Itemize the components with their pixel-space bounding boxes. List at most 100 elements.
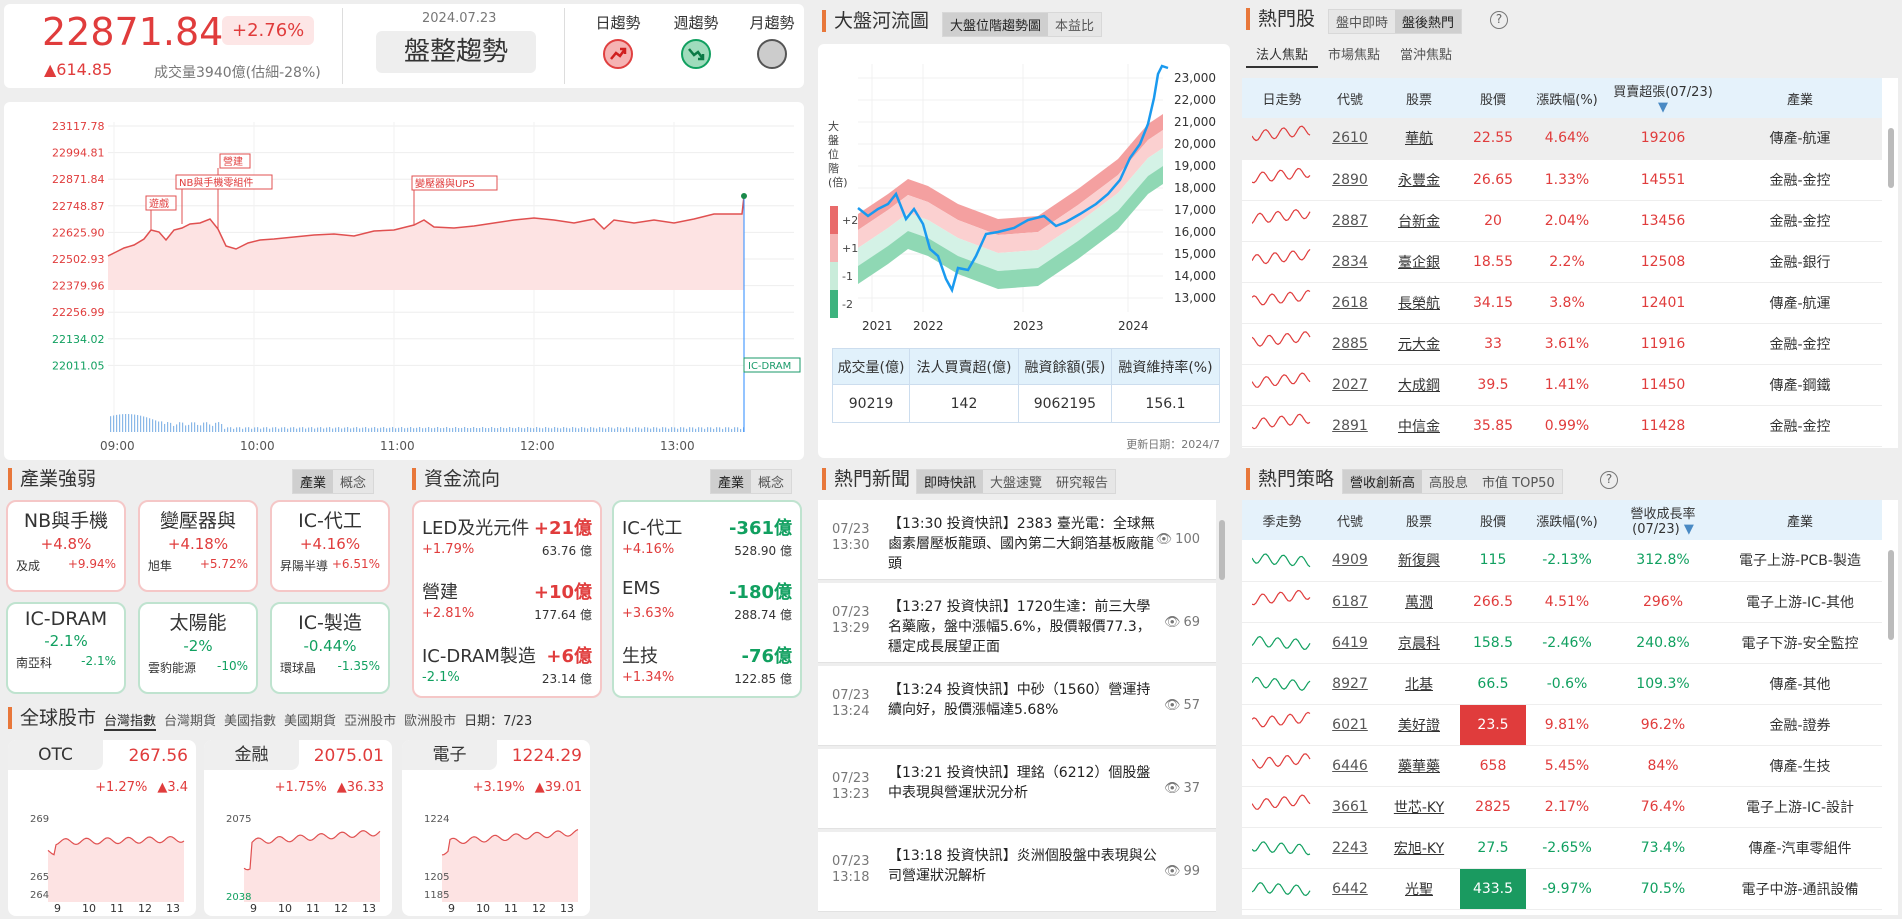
help-icon[interactable]: ?	[1600, 471, 1618, 489]
table-row[interactable]: 6442 光聖 433.5 -9.97% 70.5% 電子中游-通訊設備	[1242, 868, 1882, 910]
name-cell[interactable]: 中信金	[1378, 405, 1460, 447]
code-cell[interactable]: 2890	[1322, 159, 1378, 201]
code-cell[interactable]: 3661	[1322, 786, 1378, 828]
name-cell[interactable]: 美好證	[1378, 704, 1460, 746]
tab-news-market[interactable]: 大盤速覽	[983, 470, 1049, 493]
table-row[interactable]: 2618 長榮航 34.15 3.8% 12401 傳產-航運	[1242, 282, 1882, 324]
tab-concept[interactable]: 概念	[333, 470, 373, 493]
industry-card[interactable]: IC-DRAM -2.1% 南亞科 -2.1%	[6, 602, 126, 694]
table-row[interactable]: 2887 台新金 20 2.04% 13456 金融-金控	[1242, 200, 1882, 242]
industry-card[interactable]: IC-代工 +4.16% 昇陽半導 +6.51%	[270, 500, 390, 592]
table-row[interactable]: 2885 元大金 33 3.61% 11916 金融-金控	[1242, 323, 1882, 365]
code-cell[interactable]: 2885	[1322, 323, 1378, 365]
table-row[interactable]: 2834 臺企銀 18.55 2.2% 12508 金融-銀行	[1242, 241, 1882, 283]
code-cell[interactable]: 6419	[1322, 622, 1378, 664]
tab-river-position[interactable]: 大盤位階趨勢圖	[943, 13, 1049, 36]
news-item[interactable]: 07/23 13:23 【13:21 投資快訊】理銘（6212）個股盤中表現與營運狀…	[818, 749, 1216, 829]
news-headline[interactable]: 【13:27 投資快訊】1720生達：前三大學名藥廠，盤中漲幅5.6%，股價報價…	[888, 597, 1163, 657]
name-cell[interactable]: 長榮航	[1378, 282, 1460, 324]
news-item[interactable]: 07/23 13:30 【13:30 投資快訊】2383 臺光電：全球無鹵素層壓板龍…	[818, 500, 1216, 580]
table-row[interactable]: 8927 北基 66.5 -0.6% 109.3% 傳產-其他	[1242, 663, 1882, 705]
global-index-card[interactable]: 電子 1224.29 +3.19% ▲39.01 1224 1205 1185 9 10 11 12…	[402, 740, 590, 916]
code-cell[interactable]: 6187	[1322, 581, 1378, 623]
tab-news-realtime[interactable]: 即時快訊	[917, 470, 984, 493]
table-row[interactable]: 2243 宏旭-KY 27.5 -2.65% 73.4% 傳產-汽車零組件	[1242, 827, 1882, 869]
name-cell[interactable]: 臺企銀	[1378, 241, 1460, 283]
table-row[interactable]: 4909 新復興 115 -2.13% 312.8% 電子上游-PCB-製造	[1242, 540, 1882, 582]
code-cell[interactable]: 2610	[1322, 118, 1378, 160]
news-headline[interactable]: 【13:21 投資快訊】理銘（6212）個股盤中表現與營運狀況分析	[888, 763, 1163, 803]
table-row[interactable]: 2891 中信金 35.85 0.99% 11428 金融-金控	[1242, 405, 1882, 447]
table-row[interactable]: 6021 美好證 23.5 9.81% 96.2% 金融-證券	[1242, 704, 1882, 746]
table-row[interactable]: 3661 世芯-KY 2825 2.17% 76.4% 電子上游-IC-設計	[1242, 786, 1882, 828]
flow-row[interactable]: EMS -180億 +3.63% 288.74 億	[622, 578, 792, 638]
code-cell[interactable]: 2887	[1322, 200, 1378, 242]
scrollbar[interactable]	[1888, 128, 1894, 188]
news-headline[interactable]: 【13:18 投資快訊】炎洲個股盤中表現與公司營運狀況解析	[888, 846, 1163, 886]
news-scrollbar[interactable]	[1219, 520, 1225, 580]
code-cell[interactable]: 2834	[1322, 241, 1378, 283]
news-item[interactable]: 07/23 13:24 【13:24 投資快訊】中砂（1560）營運持續向好，股價漲…	[818, 666, 1216, 746]
flow-row[interactable]: IC-代工 -361億 +4.16% 528.90 億	[622, 514, 792, 574]
flow-row[interactable]: 生技 -76億 +1.34% 122.85 億	[622, 642, 792, 702]
tab-news-research[interactable]: 研究報告	[1049, 470, 1115, 493]
code-cell[interactable]: 2618	[1322, 282, 1378, 324]
code-cell[interactable]: 2891	[1322, 405, 1378, 447]
name-cell[interactable]: 京晨科	[1378, 622, 1460, 664]
tab-hot-intraday[interactable]: 盤中即時	[1329, 10, 1395, 33]
name-cell[interactable]: 元大金	[1378, 323, 1460, 365]
tab-flow-concept[interactable]: 概念	[751, 470, 791, 493]
subtab-market[interactable]: 市場焦點	[1318, 44, 1390, 68]
table-row[interactable]: 2027 大成鋼 39.5 1.41% 11450 傳產-鋼鐵	[1242, 364, 1882, 406]
code-cell[interactable]: 2027	[1322, 364, 1378, 406]
name-cell[interactable]: 新復興	[1378, 540, 1460, 582]
tab-revenue-high[interactable]: 營收創新高	[1343, 470, 1423, 493]
global-index-card[interactable]: OTC 267.56 +1.27% ▲3.4 269 265 264 9 10 11 12 13	[8, 740, 196, 916]
code-cell[interactable]: 6021	[1322, 704, 1378, 746]
code-cell[interactable]: 6446	[1322, 745, 1378, 787]
industry-card[interactable]: 變壓器與 +4.18% 旭隼 +5.72%	[138, 500, 258, 592]
subtab-daytrade[interactable]: 當沖焦點	[1390, 44, 1462, 68]
news-item[interactable]: 07/23 13:18 【13:18 投資快訊】炎洲個股盤中表現與公司營運狀況解析 👁…	[818, 832, 1216, 912]
table-row[interactable]: 2890 永豐金 26.65 1.33% 14551 金融-金控	[1242, 159, 1882, 201]
news-headline[interactable]: 【13:24 投資快訊】中砂（1560）營運持續向好，股價漲幅達5.68%	[888, 680, 1163, 720]
tab-asia[interactable]: 亞洲股市	[344, 710, 396, 731]
table-row[interactable]: 2610 華航 22.55 4.64% 19206 傳產-航運	[1242, 118, 1882, 160]
tab-high-dividend[interactable]: 高股息	[1422, 470, 1475, 493]
intraday-chart[interactable]: 23117.78 22994.81 22871.84 22748.87 22625.90…	[4, 102, 804, 460]
tab-tw-index[interactable]: 台灣指數	[104, 710, 157, 731]
tab-market-cap-top50[interactable]: 市值 TOP50	[1475, 470, 1562, 493]
tab-flow-industry[interactable]: 產業	[711, 470, 752, 493]
table-row[interactable]: 6187 萬潤 266.5 4.51% 296% 電子上游-IC-其他	[1242, 581, 1882, 623]
subtab-institutional[interactable]: 法人焦點	[1246, 44, 1318, 68]
hot-head-netbuy[interactable]: 買賣超張(07/23) ▼	[1608, 78, 1718, 118]
tab-us-futures[interactable]: 美國期貨	[284, 710, 336, 731]
tab-hot-after[interactable]: 盤後熱門	[1395, 10, 1462, 33]
code-cell[interactable]: 8927	[1322, 663, 1378, 705]
tab-industry[interactable]: 產業	[293, 470, 334, 493]
news-headline[interactable]: 【13:30 投資快訊】2383 臺光電：全球無鹵素層壓板龍頭、國內第二大銅箔基…	[888, 514, 1163, 574]
name-cell[interactable]: 光聖	[1378, 868, 1460, 910]
name-cell[interactable]: 萬潤	[1378, 581, 1460, 623]
table-row[interactable]: 6419 京晨科 158.5 -2.46% 240.8% 電子下游-安全監控	[1242, 622, 1882, 664]
tab-river-pe[interactable]: 本益比	[1048, 13, 1101, 36]
news-item[interactable]: 07/23 13:29 【13:27 投資快訊】1720生達：前三大學名藥廠，盤中漲…	[818, 583, 1216, 663]
help-icon[interactable]: ?	[1490, 11, 1508, 29]
name-cell[interactable]: 華航	[1378, 118, 1460, 160]
global-index-card[interactable]: 金融 2075.01 +1.75% ▲36.33 2075 2038 9 10 11 12 13	[204, 740, 392, 916]
name-cell[interactable]: 大成鋼	[1378, 364, 1460, 406]
name-cell[interactable]: 藥華藥	[1378, 745, 1460, 787]
scrollbar[interactable]	[1888, 550, 1894, 640]
industry-card[interactable]: IC-製造 -0.44% 環球晶 -1.35%	[270, 602, 390, 694]
name-cell[interactable]: 北基	[1378, 663, 1460, 705]
table-row[interactable]: 6446 藥華藥 658 5.45% 84% 傳產-生技	[1242, 745, 1882, 787]
flow-row[interactable]: IC-DRAM製造 +6億 -2.1% 23.14 億	[422, 642, 592, 702]
tab-us-index[interactable]: 美國指數	[224, 710, 276, 731]
strategy-head-growth[interactable]: 營收成長率(07/23) ▼	[1608, 500, 1718, 540]
industry-card[interactable]: NB與手機 +4.8% 及成 +9.94%	[6, 500, 126, 592]
industry-card[interactable]: 太陽能 -2% 雲豹能源 -10%	[138, 602, 258, 694]
code-cell[interactable]: 4909	[1322, 540, 1378, 582]
name-cell[interactable]: 台新金	[1378, 200, 1460, 242]
daily-trend[interactable]: 日趨勢	[588, 12, 648, 69]
monthly-trend[interactable]: 月趨勢	[742, 12, 802, 69]
